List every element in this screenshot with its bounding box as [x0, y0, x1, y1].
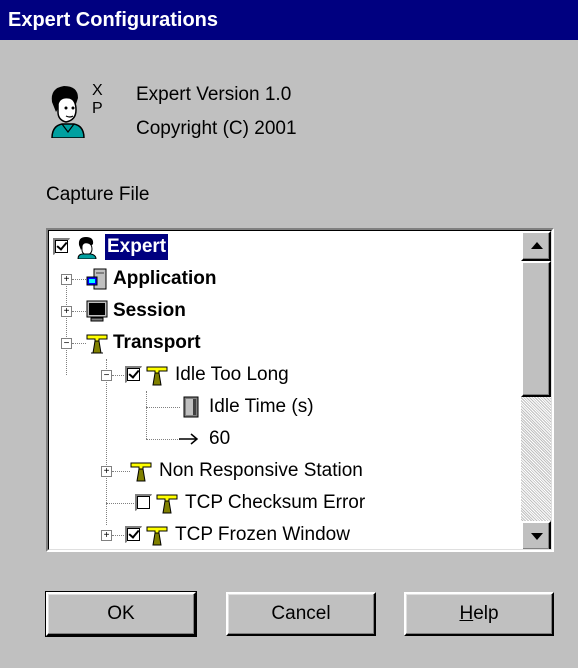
- xp-label: X P: [92, 82, 103, 118]
- tree-item-application[interactable]: + Application: [49, 263, 509, 295]
- arrow-up-icon: [531, 242, 543, 249]
- collapse-minus-icon[interactable]: −: [101, 370, 112, 381]
- tree-item-tcp-frozen-window[interactable]: + TCP Frozen Window: [49, 519, 509, 549]
- application-icon: [86, 268, 107, 290]
- version-text: Expert Version 1.0: [136, 84, 292, 105]
- scroll-up-button[interactable]: [521, 231, 551, 261]
- scroll-thumb[interactable]: [521, 261, 551, 397]
- tree-item-value[interactable]: 60: [49, 423, 509, 455]
- tree-content: Expert + Application + Session − Transpo…: [49, 231, 519, 549]
- help-label-rest: elp: [473, 603, 499, 624]
- copyright-text: Copyright (C) 2001: [136, 118, 297, 139]
- expert-configurations-dialog: Expert Configurations X P Expert Version…: [0, 0, 578, 668]
- tree-item-label: Idle Time (s): [209, 396, 314, 417]
- tree-item-label: TCP Checksum Error: [185, 492, 366, 513]
- capture-file-label: Capture File: [46, 184, 150, 205]
- tree-item-label: Non Responsive Station: [159, 460, 363, 481]
- tree-item-label: TCP Frozen Window: [175, 524, 350, 545]
- ok-button[interactable]: OK: [45, 591, 197, 637]
- transport-antenna-icon: [86, 334, 108, 354]
- transport-antenna-icon: [156, 494, 178, 514]
- expert-person-icon: [51, 86, 85, 138]
- help-mnemonic: H: [459, 603, 474, 624]
- tree-item-label: 60: [209, 428, 231, 449]
- xp-bottom-letter: P: [92, 100, 103, 117]
- tcp-frozen-window-checkbox[interactable]: [125, 526, 142, 543]
- tree-item-idle-time[interactable]: Idle Time (s): [49, 391, 509, 423]
- expert-tree-view[interactable]: Expert + Application + Session − Transpo…: [46, 228, 554, 552]
- transport-antenna-icon: [146, 526, 168, 546]
- title-bar: Expert Configurations: [0, 0, 578, 40]
- arrow-down-icon: [531, 533, 543, 540]
- transport-antenna-icon: [146, 366, 168, 386]
- help-button[interactable]: Help: [404, 592, 554, 636]
- tree-item-label: Expert: [103, 233, 170, 261]
- scroll-down-button[interactable]: [521, 521, 551, 549]
- tree-item-idle-too-long[interactable]: − Idle Too Long: [49, 359, 509, 391]
- idle-too-long-checkbox[interactable]: [125, 366, 142, 383]
- collapse-minus-icon[interactable]: −: [61, 338, 72, 349]
- parameter-icon: [183, 396, 199, 418]
- tree-item-label: Transport: [113, 332, 201, 353]
- expert-person-icon: [77, 237, 97, 259]
- tree-vertical-scrollbar[interactable]: [521, 231, 551, 549]
- expand-plus-icon[interactable]: +: [61, 306, 72, 317]
- expert-checkbox[interactable]: [53, 238, 70, 255]
- tree-item-label: Session: [113, 300, 186, 321]
- tree-item-expert[interactable]: Expert: [49, 231, 509, 263]
- cancel-button[interactable]: Cancel: [226, 592, 376, 636]
- xp-top-letter: X: [92, 82, 103, 99]
- expand-plus-icon[interactable]: +: [101, 466, 112, 477]
- expand-plus-icon[interactable]: +: [101, 530, 112, 541]
- session-monitor-icon: [86, 300, 108, 322]
- tree-item-session[interactable]: + Session: [49, 295, 509, 327]
- tree-item-transport[interactable]: − Transport: [49, 327, 509, 359]
- transport-antenna-icon: [130, 462, 152, 482]
- tree-item-non-responsive-station[interactable]: + Non Responsive Station: [49, 455, 509, 487]
- tree-item-tcp-checksum-error[interactable]: TCP Checksum Error: [49, 487, 509, 519]
- expand-plus-icon[interactable]: +: [61, 274, 72, 285]
- tcp-checksum-error-checkbox[interactable]: [135, 494, 152, 511]
- tree-item-label: Idle Too Long: [175, 364, 289, 385]
- tree-item-label: Application: [113, 268, 217, 289]
- arrow-right-icon: [179, 433, 199, 445]
